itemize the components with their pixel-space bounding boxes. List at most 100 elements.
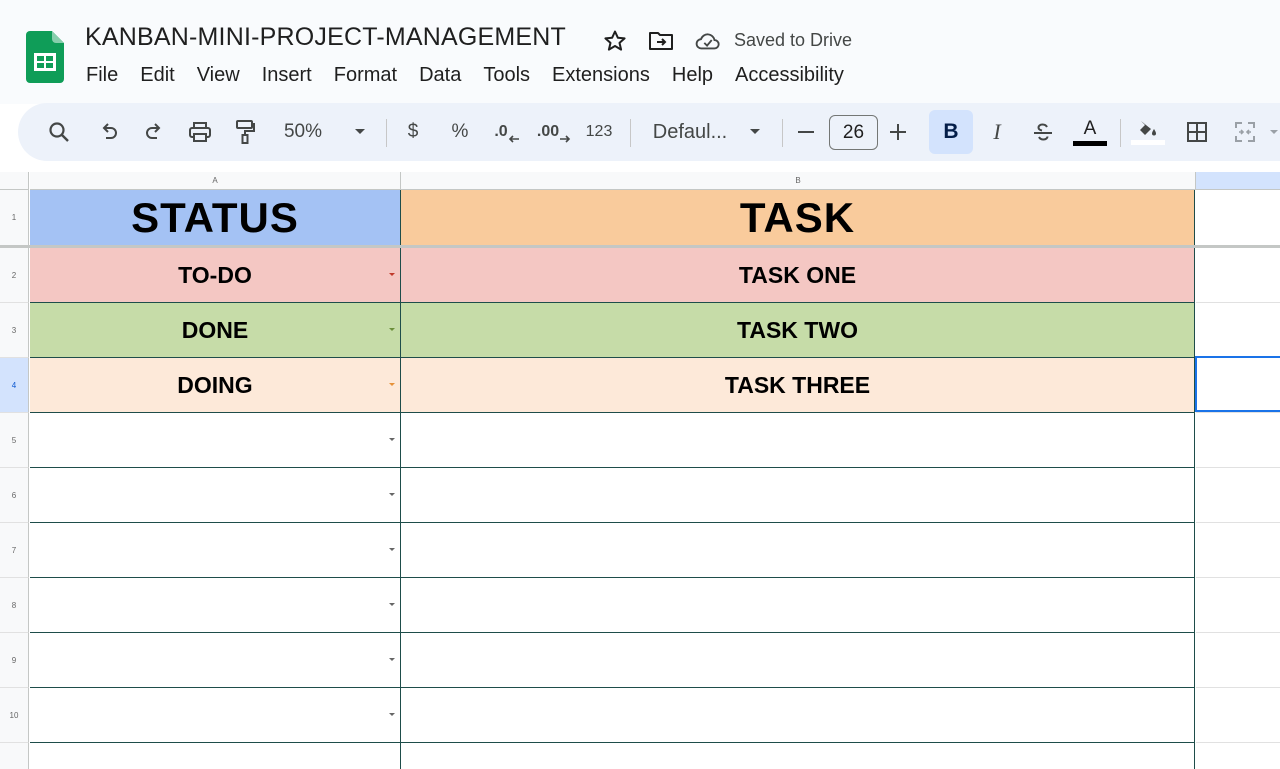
move-folder-icon[interactable] xyxy=(648,28,674,54)
cell-status-empty[interactable] xyxy=(30,743,401,769)
italic-button[interactable]: I xyxy=(984,103,1010,161)
currency-format-button[interactable]: $ xyxy=(403,103,423,161)
dropdown-arrow-icon[interactable] xyxy=(389,658,395,661)
cell-selection-outline xyxy=(1195,356,1280,412)
row-header-9[interactable]: 9 xyxy=(0,633,29,688)
menu-bar: File Edit View Insert Format Data Tools … xyxy=(75,61,855,89)
cell-status-empty[interactable] xyxy=(30,688,401,743)
paint-format-icon[interactable] xyxy=(232,103,258,161)
font-dropdown-icon[interactable] xyxy=(747,103,763,161)
cell-task-three[interactable]: TASK THREE xyxy=(401,358,1195,413)
cell-c1[interactable] xyxy=(1196,190,1280,246)
cell-task-empty[interactable] xyxy=(401,413,1195,468)
bold-button[interactable]: B xyxy=(929,110,973,154)
cell-status-empty[interactable] xyxy=(30,413,401,468)
star-icon[interactable] xyxy=(602,28,628,54)
font-select[interactable]: Defaul... xyxy=(650,103,730,161)
percent-format-button[interactable]: % xyxy=(448,103,472,161)
row-header-7[interactable]: 7 xyxy=(0,523,29,578)
zoom-select[interactable]: 50% xyxy=(276,103,330,161)
cell-task-empty[interactable] xyxy=(401,578,1195,633)
cell-task-empty[interactable] xyxy=(401,523,1195,578)
row-header-11[interactable] xyxy=(0,743,29,769)
cell-c5[interactable] xyxy=(1196,413,1280,468)
cell-task-empty[interactable] xyxy=(401,743,1195,769)
column-header-a[interactable]: A xyxy=(30,172,401,190)
print-icon[interactable] xyxy=(186,103,214,161)
cell-status-empty[interactable] xyxy=(30,633,401,688)
save-status[interactable]: Saved to Drive xyxy=(734,30,852,51)
menu-edit[interactable]: Edit xyxy=(129,61,185,89)
dropdown-arrow-icon[interactable] xyxy=(389,328,395,331)
cell-c3[interactable] xyxy=(1196,303,1280,358)
cell-status-empty[interactable] xyxy=(30,578,401,633)
cell-task-empty[interactable] xyxy=(401,633,1195,688)
cloud-saved-icon[interactable] xyxy=(695,28,721,54)
menu-file[interactable]: File xyxy=(75,61,129,89)
document-title[interactable]: KANBAN-MINI-PROJECT-MANAGEMENT xyxy=(85,23,566,52)
cell-task-one[interactable]: TASK ONE xyxy=(401,248,1195,303)
row-header-4[interactable]: 4 xyxy=(0,358,29,413)
cell-c7[interactable] xyxy=(1196,523,1280,578)
menu-accessibility[interactable]: Accessibility xyxy=(724,61,855,89)
font-size-input[interactable]: 26 xyxy=(829,115,878,150)
row-header-6[interactable]: 6 xyxy=(0,468,29,523)
menu-format[interactable]: Format xyxy=(323,61,408,89)
column-header-c[interactable] xyxy=(1196,172,1280,190)
decrease-font-size-icon[interactable] xyxy=(796,103,816,161)
dropdown-arrow-icon[interactable] xyxy=(389,548,395,551)
row-header-10[interactable]: 10 xyxy=(0,688,29,743)
increase-font-size-icon[interactable] xyxy=(888,103,908,161)
merge-cells-icon[interactable] xyxy=(1232,103,1258,161)
redo-icon[interactable] xyxy=(141,103,167,161)
undo-icon[interactable] xyxy=(96,103,122,161)
strikethrough-icon[interactable] xyxy=(1030,103,1056,161)
column-header-b[interactable]: B xyxy=(401,172,1196,190)
dropdown-arrow-icon[interactable] xyxy=(389,493,395,496)
dropdown-arrow-icon[interactable] xyxy=(389,603,395,606)
row-header-1[interactable]: 1 xyxy=(0,190,29,246)
cell-task-two[interactable]: TASK TWO xyxy=(401,303,1195,358)
row-header-8[interactable]: 8 xyxy=(0,578,29,633)
menu-data[interactable]: Data xyxy=(408,61,472,89)
fill-color-button[interactable] xyxy=(1130,103,1166,161)
cell-status-header[interactable]: STATUS xyxy=(30,190,401,246)
borders-icon[interactable] xyxy=(1184,103,1210,161)
menu-tools[interactable]: Tools xyxy=(472,61,541,89)
decrease-decimal-label: .0 xyxy=(494,123,508,140)
cell-status-empty[interactable] xyxy=(30,468,401,523)
dropdown-arrow-icon[interactable] xyxy=(389,273,395,276)
text-color-button[interactable]: A xyxy=(1072,103,1108,161)
menu-help[interactable]: Help xyxy=(661,61,724,89)
dropdown-arrow-icon[interactable] xyxy=(389,438,395,441)
number-format-button[interactable]: 123 xyxy=(584,103,614,161)
toolbar-divider xyxy=(1120,119,1121,147)
merge-dropdown-icon[interactable] xyxy=(1268,103,1280,161)
cell-status-doing[interactable]: DOING xyxy=(30,358,401,413)
cell-c9[interactable] xyxy=(1196,633,1280,688)
zoom-dropdown-icon[interactable] xyxy=(352,103,368,161)
row-header-2[interactable]: 2 xyxy=(0,248,29,303)
row-header-3[interactable]: 3 xyxy=(0,303,29,358)
cell-c6[interactable] xyxy=(1196,468,1280,523)
cell-c10[interactable] xyxy=(1196,688,1280,743)
dropdown-arrow-icon[interactable] xyxy=(389,713,395,716)
search-icon[interactable] xyxy=(46,103,72,161)
increase-decimal-button[interactable]: .00 xyxy=(536,103,572,161)
sheets-logo-icon[interactable] xyxy=(26,31,64,83)
cell-c2[interactable] xyxy=(1196,248,1280,303)
cell-task-header[interactable]: TASK xyxy=(401,190,1195,246)
cell-task-empty[interactable] xyxy=(401,688,1195,743)
menu-insert[interactable]: Insert xyxy=(251,61,323,89)
cell-status-done[interactable]: DONE xyxy=(30,303,401,358)
row-header-5[interactable]: 5 xyxy=(0,413,29,468)
cell-status-empty[interactable] xyxy=(30,523,401,578)
cell-task-empty[interactable] xyxy=(401,468,1195,523)
dropdown-arrow-icon[interactable] xyxy=(389,383,395,386)
select-all-corner[interactable] xyxy=(0,172,29,190)
menu-view[interactable]: View xyxy=(186,61,251,89)
cell-status-todo[interactable]: TO-DO xyxy=(30,248,401,303)
decrease-decimal-button[interactable]: .0 xyxy=(492,103,522,161)
cell-c8[interactable] xyxy=(1196,578,1280,633)
menu-extensions[interactable]: Extensions xyxy=(541,61,661,89)
